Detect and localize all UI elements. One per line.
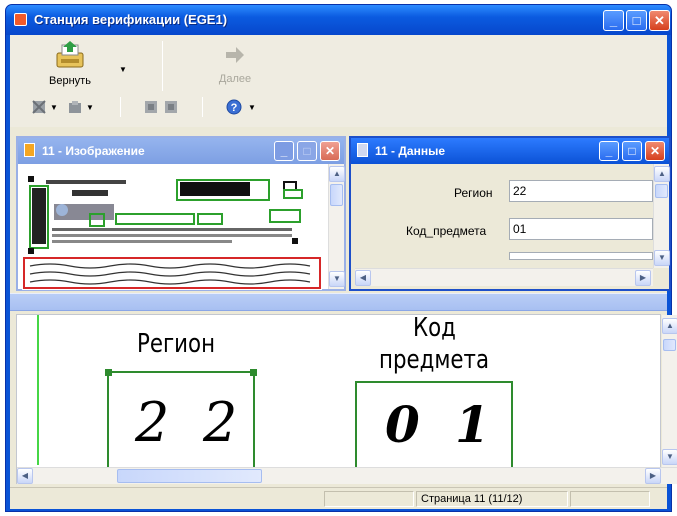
image-close-button[interactable]: ✕ bbox=[320, 141, 340, 161]
field-label: Код_предмета bbox=[406, 224, 487, 238]
toolbar-separator bbox=[162, 41, 163, 91]
arrow-right-icon bbox=[226, 47, 244, 63]
next-field-input[interactable] bbox=[509, 252, 653, 260]
region-digit: 2 bbox=[135, 391, 170, 454]
help-icon[interactable]: ? bbox=[226, 99, 242, 115]
subject-caption-line2: предмета bbox=[379, 345, 490, 375]
return-dropdown-arrow[interactable]: ▼ bbox=[119, 65, 127, 74]
subject-caption-line1: Код bbox=[413, 313, 456, 343]
scroll-down-button[interactable]: ▼ bbox=[662, 449, 677, 465]
region-input[interactable]: 22 bbox=[509, 180, 653, 202]
zoom-horizontal-scrollbar[interactable]: ◀ ▶ bbox=[17, 467, 677, 484]
printer-return-icon bbox=[56, 41, 84, 68]
image-panel-title: 11 - Изображение bbox=[42, 144, 145, 158]
image-vertical-scrollbar[interactable]: ▲ ▼ bbox=[328, 164, 345, 289]
app-icon bbox=[14, 13, 27, 26]
data-maximize-button[interactable]: □ bbox=[622, 141, 642, 161]
scroll-thumb[interactable] bbox=[663, 339, 676, 351]
data-panel: 11 - Данные _ □ ✕ Регион 22 Код_предмета… bbox=[349, 136, 671, 291]
data-horizontal-scrollbar[interactable]: ◀ ▶ bbox=[355, 268, 653, 286]
maximize-button[interactable]: □ bbox=[626, 10, 647, 31]
scroll-thumb[interactable] bbox=[117, 469, 262, 483]
image-minimize-button[interactable]: _ bbox=[274, 141, 294, 161]
subject-digit: 1 bbox=[455, 395, 490, 454]
tool-b-icon[interactable] bbox=[68, 100, 82, 114]
scroll-up-button[interactable]: ▲ bbox=[329, 166, 345, 182]
scroll-right-button[interactable]: ▶ bbox=[645, 468, 661, 484]
data-close-button[interactable]: ✕ bbox=[645, 141, 665, 161]
tool-d-icon[interactable] bbox=[164, 100, 178, 114]
scroll-up-button[interactable]: ▲ bbox=[654, 166, 670, 182]
scroll-left-button[interactable]: ◀ bbox=[17, 468, 33, 484]
zoom-left-marker bbox=[37, 315, 39, 465]
tool-a-dropdown[interactable]: ▼ bbox=[50, 103, 58, 112]
image-panel: 11 - Изображение _ □ ✕ ▲ ▼ bbox=[16, 136, 346, 291]
region-caption: Регион bbox=[137, 329, 216, 359]
tool-a-icon[interactable] bbox=[32, 100, 46, 114]
toolbar-separator-3 bbox=[202, 97, 203, 117]
page-indicator: Страница 11 (11/12) bbox=[416, 491, 568, 507]
return-button[interactable]: Вернуть bbox=[40, 41, 100, 93]
minimize-button[interactable]: _ bbox=[603, 10, 624, 31]
next-label: Далее bbox=[218, 73, 252, 85]
scroll-thumb[interactable] bbox=[330, 184, 343, 206]
data-minimize-button[interactable]: _ bbox=[599, 141, 619, 161]
scroll-up-button[interactable]: ▲ bbox=[662, 318, 677, 334]
main-window: Станция верификации (EGE1) _ □ ✕ Вернуть… bbox=[5, 4, 677, 512]
scroll-thumb[interactable] bbox=[655, 184, 668, 198]
data-vertical-scrollbar[interactable]: ▲ ▼ bbox=[653, 164, 670, 268]
image-panel-titlebar[interactable]: 11 - Изображение _ □ ✕ bbox=[18, 138, 344, 164]
data-panel-title: 11 - Данные bbox=[375, 144, 445, 158]
svg-text:?: ? bbox=[231, 102, 238, 114]
next-button[interactable]: Далее bbox=[215, 45, 255, 93]
image-maximize-button[interactable]: □ bbox=[297, 141, 317, 161]
status-bar: Страница 11 (11/12) bbox=[10, 487, 667, 509]
help-dropdown[interactable]: ▼ bbox=[248, 103, 256, 112]
title-bar[interactable]: Станция верификации (EGE1) _ □ ✕ bbox=[6, 5, 671, 35]
scanned-form-thumbnail[interactable] bbox=[22, 168, 322, 290]
scroll-down-button[interactable]: ▼ bbox=[654, 250, 670, 266]
window-title: Станция верификации (EGE1) bbox=[34, 12, 228, 27]
close-button[interactable]: ✕ bbox=[649, 10, 670, 31]
toolbar: Вернуть ▼ Далее ▼ ▼ ? ▼ bbox=[10, 35, 667, 127]
form-icon bbox=[357, 143, 368, 157]
region-digit: 2 bbox=[203, 391, 238, 454]
client-area: Вернуть ▼ Далее ▼ ▼ ? ▼ 11 - Изображение… bbox=[10, 35, 677, 509]
zoom-vertical-scrollbar[interactable]: ▲ ▼ bbox=[662, 315, 677, 467]
region-box[interactable]: 2 2 bbox=[105, 369, 257, 477]
zoom-view: Регион 2 2 Код предмета 0 1 ▲ ▼ ◀ ▶ bbox=[16, 313, 677, 484]
corner-handle bbox=[250, 369, 257, 376]
return-label: Вернуть bbox=[49, 75, 91, 87]
status-cell-empty-2 bbox=[570, 491, 650, 507]
field-label: Регион bbox=[454, 186, 493, 200]
splitter-bar[interactable] bbox=[10, 293, 667, 311]
tool-b-dropdown[interactable]: ▼ bbox=[86, 103, 94, 112]
data-panel-titlebar[interactable]: 11 - Данные _ □ ✕ bbox=[351, 138, 669, 164]
document-icon bbox=[24, 143, 35, 157]
scroll-left-button[interactable]: ◀ bbox=[355, 270, 371, 286]
corner-handle bbox=[105, 369, 112, 376]
scroll-right-button[interactable]: ▶ bbox=[635, 270, 651, 286]
subject-code-input[interactable]: 01 bbox=[509, 218, 653, 240]
tool-c-icon[interactable] bbox=[144, 100, 158, 114]
toolbar-separator-2 bbox=[120, 97, 121, 117]
subject-box[interactable]: 0 1 bbox=[355, 381, 513, 477]
scroll-down-button[interactable]: ▼ bbox=[329, 271, 345, 287]
status-cell-empty bbox=[324, 491, 414, 507]
subject-digit: 0 bbox=[385, 395, 420, 454]
